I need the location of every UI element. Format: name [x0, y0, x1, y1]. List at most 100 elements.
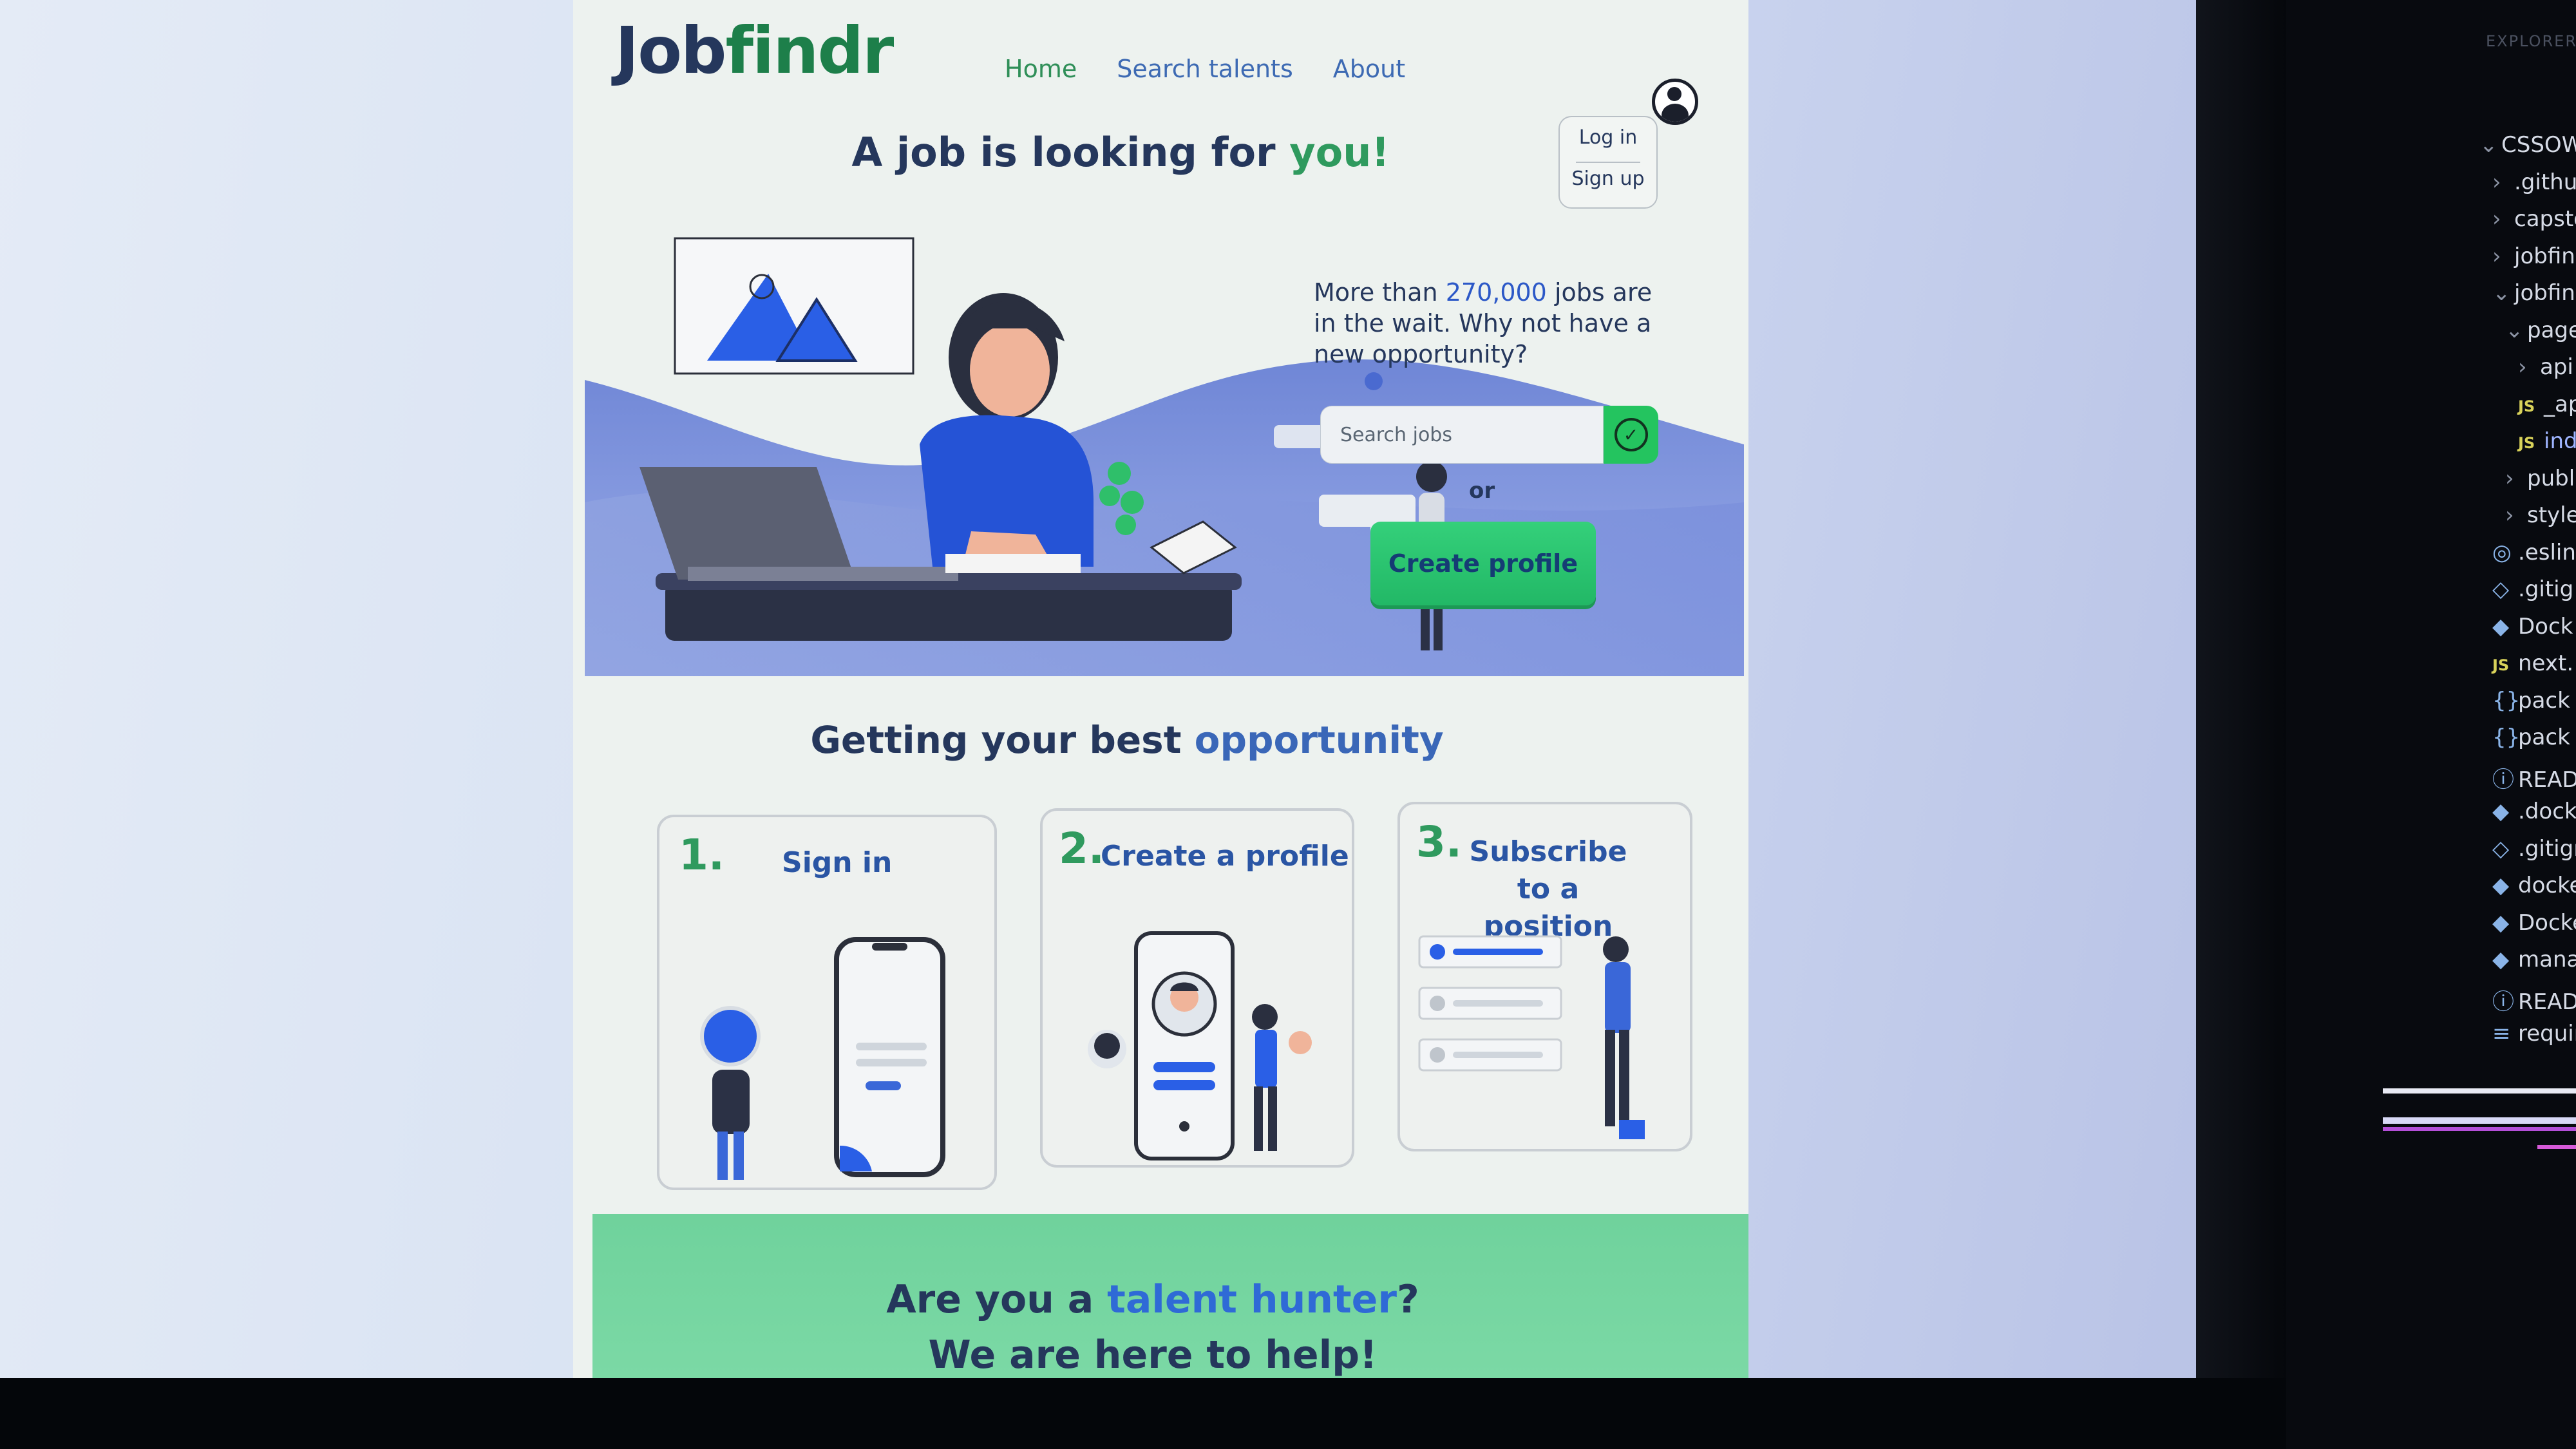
sign-in-illustration	[700, 937, 945, 1180]
explorer-tree-item[interactable]: ◆ docke	[2492, 873, 2576, 898]
subscribe-illustration	[1418, 935, 1645, 1139]
check-circle-icon: ✓	[1614, 418, 1648, 451]
nav-about-link[interactable]: About	[1333, 55, 1405, 83]
explorer-item-label: .gitign	[2518, 835, 2576, 862]
explorer-tree-item[interactable]: › capsto	[2492, 206, 2576, 232]
explorer-item-label: READI	[2518, 989, 2576, 1015]
jobfindr-logo[interactable]: Jobfindr	[615, 13, 895, 88]
explorer-tree-item[interactable]: ⌄CSSOWE...	[2479, 132, 2576, 158]
explorer-item-label: pack	[2518, 724, 2570, 750]
promo-text: More than 270,000 jobs are in the wait. …	[1314, 277, 1674, 370]
explorer-item-label: READ	[2518, 766, 2576, 793]
search-submit-button[interactable]: ✓	[1604, 406, 1658, 464]
step-card-create-profile[interactable]: 2. Create a profile	[1040, 808, 1354, 1168]
explorer-item-label: capsto	[2514, 206, 2576, 232]
explorer-tree-item[interactable]: {}pack	[2492, 688, 2570, 714]
jobs-count: 270,000	[1445, 278, 1547, 307]
explorer-item-label: manag	[2518, 947, 2576, 972]
file-type-icon: ⓘ	[2492, 989, 2514, 1015]
search-jobs-input[interactable]: Search jobs	[1320, 406, 1604, 464]
steps-title-prefix: Getting your best	[810, 718, 1195, 762]
chevron-icon: ›	[2518, 354, 2527, 380]
explorer-item-label: Docke	[2518, 909, 2576, 936]
explorer-tree-item[interactable]: ≡ requir	[2492, 1021, 2576, 1046]
chevron-icon: ›	[2492, 169, 2501, 195]
explorer-tree-item[interactable]: ◇ .gitig	[2492, 576, 2573, 602]
headline-accent: you!	[1289, 129, 1390, 176]
explorer-item-label: pages	[2527, 317, 2576, 343]
jobfindr-page: Jobfindr Home Search talents About Log i…	[573, 0, 1748, 1417]
explorer-item-label: requir	[2518, 1021, 2576, 1046]
explorer-tree-item[interactable]: ◆ Docke	[2492, 910, 2576, 936]
explorer-tree-item[interactable]: JS next.	[2492, 650, 2573, 676]
file-type-icon: ◆	[2492, 947, 2510, 972]
explorer-tree-item[interactable]: ◇ .gitign	[2492, 836, 2576, 862]
file-type-icon: ⓘ	[2492, 766, 2514, 793]
explorer-item-label: .eslin	[2518, 539, 2576, 565]
explorer-tree-item[interactable]: ⌄jobfind	[2492, 280, 2576, 306]
explorer-item-label: jobfind	[2514, 243, 2576, 269]
explorer-item-label: inde	[2544, 428, 2576, 454]
explorer-tree-item[interactable]: JS _app	[2518, 392, 2576, 417]
logo-main: Job	[615, 13, 726, 88]
chevron-icon: ›	[2505, 465, 2514, 491]
steps-section-title: Getting your best opportunity	[573, 718, 1681, 762]
create-profile-illustration	[1088, 931, 1312, 1160]
file-type-icon: ◆	[2492, 909, 2510, 936]
file-type-icon: ◆	[2492, 873, 2510, 898]
file-type-icon: ≡	[2492, 1021, 2511, 1046]
chevron-icon: ›	[2505, 502, 2514, 528]
talent-prefix: Are you a	[886, 1277, 1108, 1322]
explorer-tree-item[interactable]: {}pack	[2492, 724, 2570, 750]
explorer-label: EXPLORER	[2486, 32, 2576, 50]
explorer-tree-item[interactable]: ◎ .eslin	[2492, 540, 2576, 565]
explorer-tree-item[interactable]: ⓘREADI	[2492, 984, 2576, 1016]
javascript-file-icon: JS	[2518, 434, 2535, 452]
javascript-file-icon: JS	[2492, 656, 2510, 674]
explorer-item-label: _app	[2544, 391, 2576, 417]
step-card-subscribe[interactable]: 3. Subscribe to a position	[1397, 802, 1692, 1151]
explorer-tree-item[interactable]: ◆ manag	[2492, 947, 2576, 972]
explorer-item-label: jobfind	[2514, 280, 2576, 306]
user-avatar-icon[interactable]	[1652, 79, 1698, 125]
nav-search-talents-link[interactable]: Search talents	[1117, 55, 1293, 83]
explorer-tree-item[interactable]: › styles	[2505, 502, 2576, 528]
steps-title-accent: opportunity	[1194, 718, 1444, 762]
explorer-item-label: docke	[2518, 873, 2576, 898]
monitor-bezel-right	[2196, 0, 2286, 1449]
logo-accent: findr	[725, 13, 895, 88]
explorer-tree-item[interactable]: ◆ Dock	[2492, 614, 2573, 639]
file-type-icon: {}	[2492, 687, 2521, 714]
nav-home-link[interactable]: Home	[1005, 55, 1077, 83]
chevron-icon: ⌄	[2505, 317, 2524, 343]
explorer-item-label: api	[2540, 354, 2573, 380]
explorer-item-label: pack	[2518, 687, 2570, 714]
file-type-icon: ◆	[2492, 613, 2510, 639]
talent-hunter-text: Are you a talent hunter? We are here to …	[573, 1272, 1732, 1383]
explorer-item-label: Dock	[2518, 613, 2573, 639]
step-card-sign-in[interactable]: 1. Sign in	[657, 815, 997, 1190]
explorer-tree-item[interactable]: › api	[2518, 354, 2573, 380]
create-profile-button[interactable]: Create profile	[1370, 522, 1596, 605]
explorer-tree-item[interactable]: JS inde	[2518, 428, 2576, 454]
explorer-tree-item[interactable]: ⌄pages	[2505, 317, 2576, 343]
talent-suffix: ?	[1396, 1277, 1419, 1322]
explorer-tree-item[interactable]: ◆ .docke	[2492, 799, 2576, 824]
main-nav: Home Search talents About	[1005, 55, 1405, 83]
explorer-item-label: publi	[2527, 465, 2576, 491]
file-type-icon: ◇	[2492, 576, 2510, 602]
talent-accent[interactable]: talent hunter	[1107, 1277, 1397, 1322]
editor-scroll-lines	[2383, 1088, 2576, 1149]
talent-line2: We are here to help!	[928, 1332, 1378, 1378]
hero-headline: A job is looking for you!	[573, 129, 1668, 176]
explorer-tree-item[interactable]: › publi	[2505, 466, 2576, 491]
explorer-tree-item[interactable]: › .github	[2492, 169, 2576, 195]
file-type-icon: ◆	[2492, 799, 2510, 824]
explorer-tree-item[interactable]: ⓘ READ	[2492, 762, 2576, 793]
explorer-item-label: .docke	[2518, 799, 2576, 824]
explorer-tree-item[interactable]: › jobfind	[2492, 243, 2576, 269]
monitor-screen: Jobfindr Home Search talents About Log i…	[0, 0, 2196, 1449]
or-label: or	[1469, 478, 1495, 504]
promo-prefix: More than	[1314, 278, 1446, 307]
headline-prefix: A job is looking for	[851, 129, 1290, 176]
